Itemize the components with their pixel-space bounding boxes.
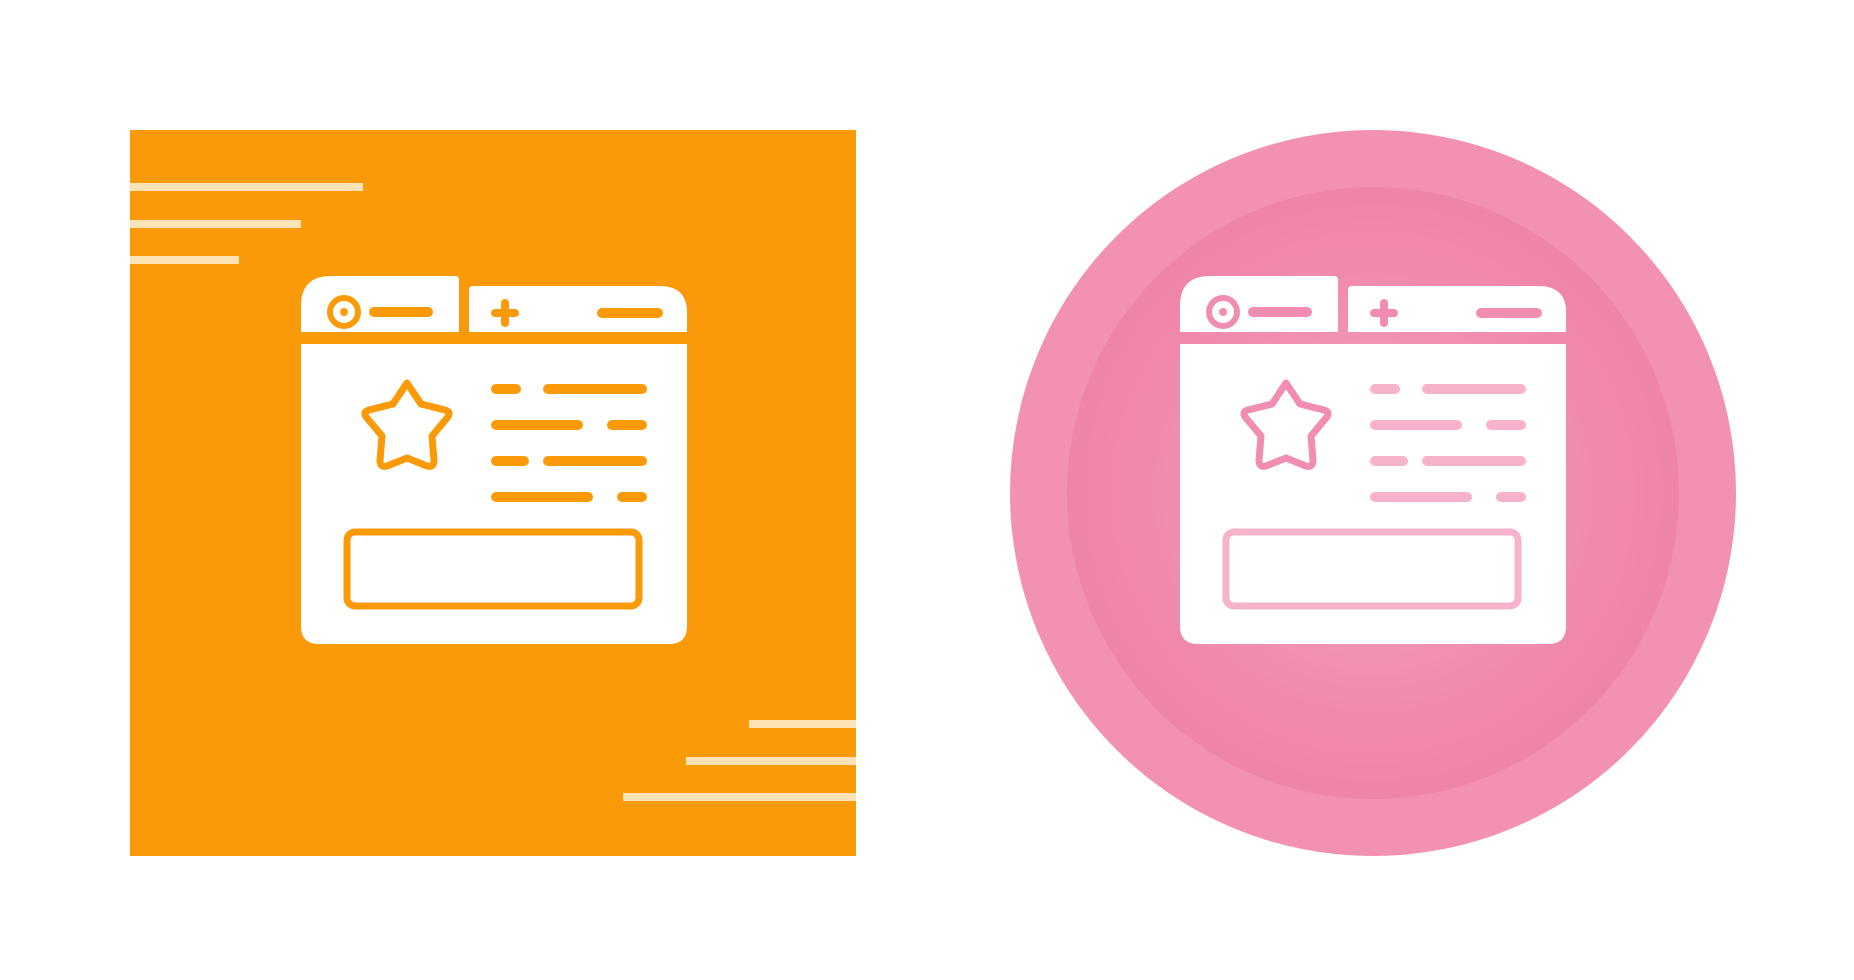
tab-title-line <box>1476 308 1542 318</box>
browser-tab-left <box>301 276 459 336</box>
stripe <box>130 256 239 264</box>
record-dot <box>340 308 348 316</box>
orange-square-tile <box>130 130 856 856</box>
record-dot <box>1219 308 1227 316</box>
pink-circle-badge <box>1010 130 1736 856</box>
stripe <box>130 220 301 228</box>
tab-title-line <box>1248 307 1312 317</box>
stripe <box>130 183 363 191</box>
stripe <box>623 793 856 801</box>
tab-title-line <box>597 308 663 318</box>
tab-title-line <box>369 307 433 317</box>
browser-window-star-icon <box>301 276 687 644</box>
browser-window-star-icon <box>1180 276 1566 644</box>
icon-canvas <box>130 130 1736 856</box>
icon-showcase <box>0 0 1854 980</box>
browser-tab-left <box>1180 276 1338 336</box>
stripe <box>749 720 856 728</box>
stripe <box>686 757 856 765</box>
